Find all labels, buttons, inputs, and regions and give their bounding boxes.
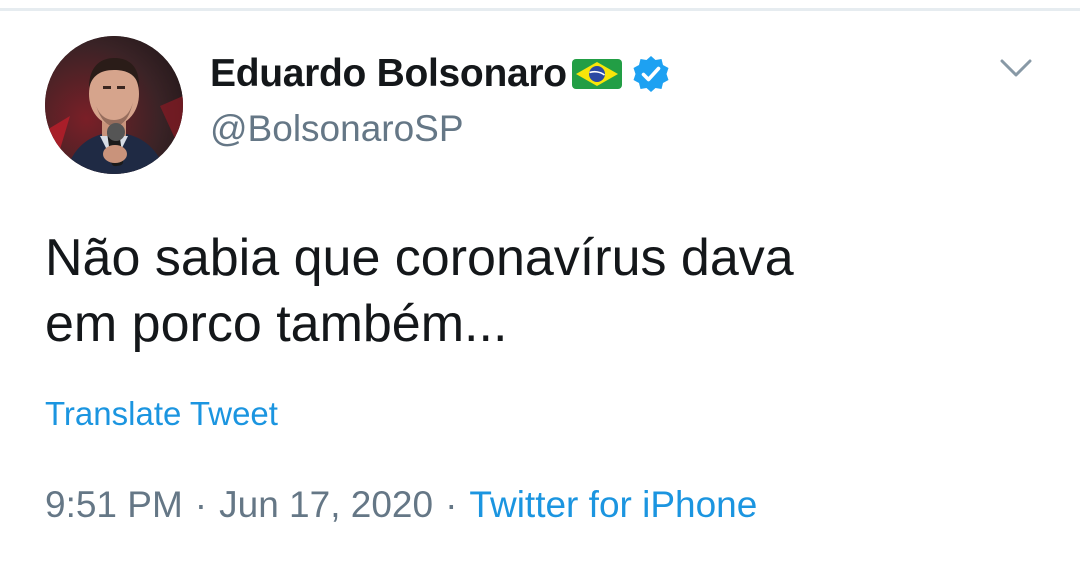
avatar[interactable] [45, 36, 183, 174]
tweet-meta: 9:51 PM · Jun 17, 2020 · Twitter for iPhone [45, 484, 757, 526]
tweet-source-link[interactable]: Twitter for iPhone [469, 484, 757, 525]
meta-separator: · [445, 484, 458, 525]
chevron-down-icon[interactable] [998, 56, 1034, 80]
tweet-text: Não sabia que coronavírus dava em porco … [45, 229, 794, 353]
verified-badge-icon [631, 54, 671, 94]
meta-separator: · [194, 484, 208, 525]
tweet-card: Eduardo Bolsonaro @BolsonaroSP Não sabia… [0, 0, 1080, 573]
user-handle[interactable]: @BolsonaroSP [210, 108, 464, 150]
tweet-date[interactable]: Jun 17, 2020 [219, 484, 433, 525]
tweet-time[interactable]: 9:51 PM [45, 484, 183, 525]
author-name-row[interactable]: Eduardo Bolsonaro [210, 50, 671, 98]
top-divider [0, 8, 1080, 11]
brazil-flag-icon [571, 56, 623, 92]
translate-tweet-link[interactable]: Translate Tweet [45, 395, 278, 433]
display-name[interactable]: Eduardo Bolsonaro [210, 52, 567, 96]
